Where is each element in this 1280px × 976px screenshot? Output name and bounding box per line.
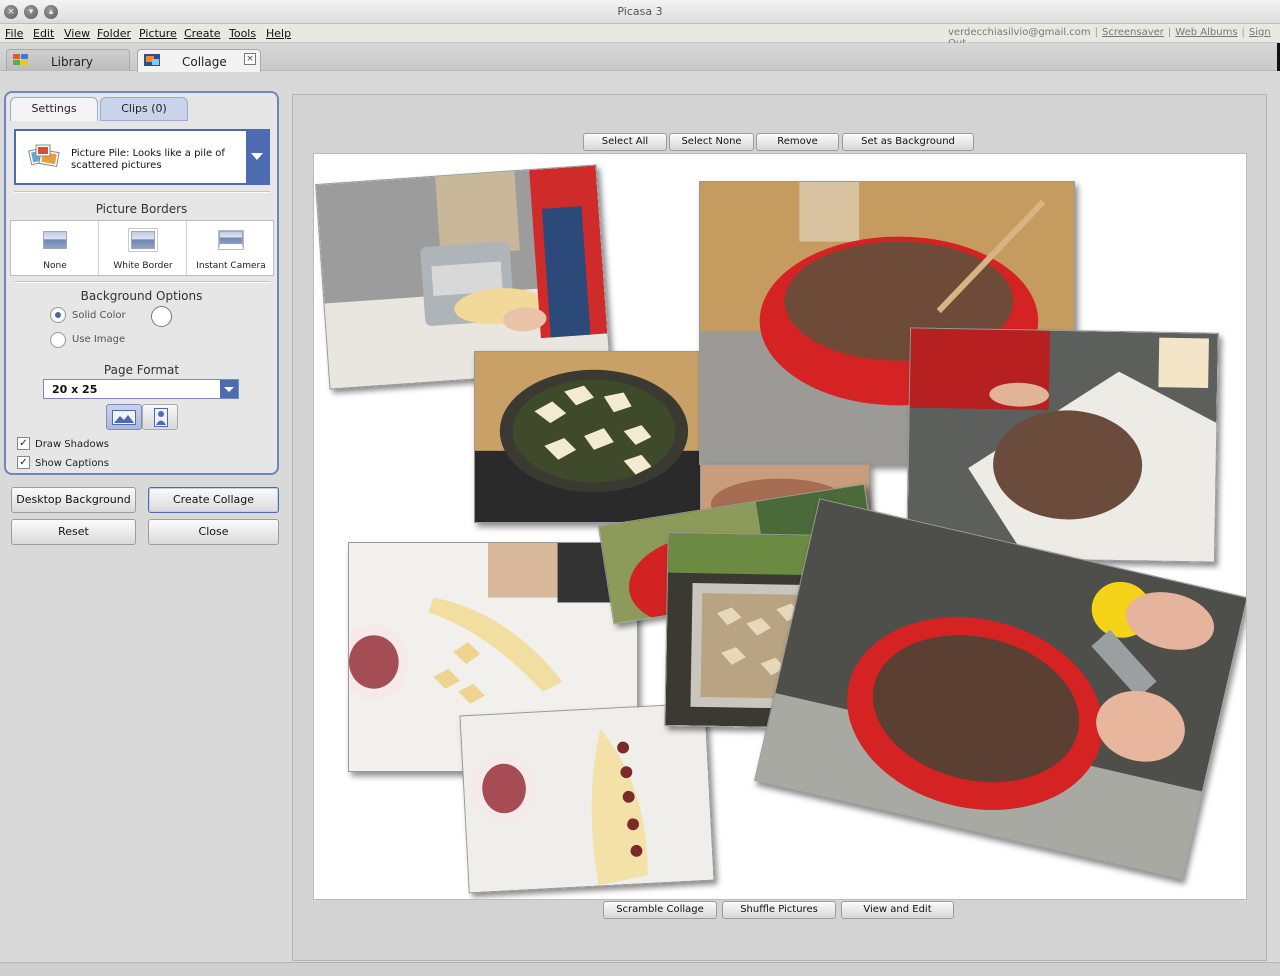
- web-albums-link[interactable]: Web Albums: [1175, 27, 1237, 38]
- remove-button[interactable]: Remove: [756, 133, 839, 151]
- border-none-thumbnail-icon: [43, 231, 67, 249]
- account-email: verdecchiasilvio@gmail.com: [948, 27, 1091, 38]
- tab-library-label: Library: [51, 55, 93, 69]
- border-option-label: White Border: [113, 261, 173, 271]
- tab-collage[interactable]: Collage ×: [137, 49, 261, 72]
- background-color-swatch[interactable]: [151, 306, 172, 327]
- menu-bar: File Edit View Folder Picture Create Too…: [0, 24, 1280, 49]
- menu-help[interactable]: Help: [266, 27, 291, 40]
- draw-shadows-label: Draw Shadows: [35, 439, 109, 450]
- menu-picture[interactable]: Picture: [139, 27, 177, 40]
- menu-file[interactable]: File: [5, 27, 23, 40]
- border-option-white[interactable]: White Border: [99, 221, 187, 275]
- select-all-button[interactable]: Select All: [583, 133, 667, 151]
- menu-folder[interactable]: Folder: [97, 27, 131, 40]
- menu-edit[interactable]: Edit: [33, 27, 54, 40]
- menu-view[interactable]: View: [64, 27, 90, 40]
- title-bar: × ▾ ▴ Picasa 3: [0, 0, 1280, 24]
- tab-settings[interactable]: Settings: [10, 97, 98, 121]
- border-option-label: None: [43, 261, 67, 271]
- picture-borders-title: Picture Borders: [95, 202, 188, 216]
- tab-clips[interactable]: Clips (0): [100, 97, 188, 121]
- draw-shadows-checkbox[interactable]: ✓: [17, 437, 30, 450]
- chevron-down-icon[interactable]: [220, 380, 238, 398]
- separator: |: [1241, 27, 1245, 38]
- library-grid-icon: [13, 54, 28, 65]
- create-collage-button[interactable]: Create Collage: [148, 487, 279, 513]
- set-as-background-button[interactable]: Set as Background: [842, 133, 974, 151]
- reset-button[interactable]: Reset: [11, 519, 136, 545]
- background-options-title: Background Options: [80, 289, 203, 303]
- page-format-select[interactable]: 20 x 25: [43, 379, 239, 399]
- close-tab-icon[interactable]: ×: [244, 53, 256, 65]
- tab-library[interactable]: Library: [6, 49, 130, 71]
- show-captions-checkbox[interactable]: ✓: [17, 456, 30, 469]
- divider: [14, 191, 270, 193]
- picture-pile-icon: [28, 144, 60, 168]
- separator: |: [1167, 27, 1172, 38]
- border-white-thumbnail-icon: [129, 229, 157, 251]
- collage-photo[interactable]: [459, 702, 715, 894]
- border-option-label: Instant Camera: [196, 261, 266, 271]
- page-format-value: 20 x 25: [52, 383, 98, 396]
- menu-create[interactable]: Create: [184, 27, 221, 40]
- chevron-down-icon[interactable]: [246, 131, 268, 183]
- landscape-icon: [112, 410, 136, 425]
- collage-icon: [144, 54, 160, 66]
- portrait-orientation-button[interactable]: [142, 404, 178, 430]
- border-option-none[interactable]: None: [11, 221, 99, 275]
- scramble-collage-button[interactable]: Scramble Collage: [603, 901, 717, 919]
- show-captions-label: Show Captions: [35, 458, 109, 469]
- screensaver-link[interactable]: Screensaver: [1102, 27, 1164, 38]
- use-image-label: Use Image: [72, 334, 126, 345]
- collage-layout-select[interactable]: Picture Pile: Looks like a pile of scatt…: [14, 129, 270, 185]
- select-none-button[interactable]: Select None: [669, 133, 754, 151]
- tab-strip: Library Collage ×: [0, 43, 1280, 72]
- window-title: Picasa 3: [617, 5, 663, 18]
- collage-photo[interactable]: [906, 327, 1219, 563]
- desktop-background-button[interactable]: Desktop Background: [11, 487, 136, 513]
- use-image-radio[interactable]: [50, 332, 66, 348]
- collage-canvas[interactable]: [313, 153, 1247, 900]
- solid-color-radio[interactable]: [50, 307, 66, 323]
- collage-photo[interactable]: [474, 351, 704, 523]
- shuffle-pictures-button[interactable]: Shuffle Pictures: [722, 901, 836, 919]
- collage-settings-panel: Settings Clips (0) Picture Pile: Looks l…: [4, 91, 279, 475]
- border-options: None White Border Instant Camera: [10, 220, 274, 276]
- portrait-icon: [154, 408, 168, 427]
- view-and-edit-button[interactable]: View and Edit: [841, 901, 954, 919]
- border-option-instant-camera[interactable]: Instant Camera: [187, 221, 275, 275]
- divider: [14, 281, 270, 283]
- close-button[interactable]: Close: [148, 519, 279, 545]
- layout-description: Picture Pile: Looks like a pile of scatt…: [71, 148, 225, 171]
- photo-cutting-board: [907, 328, 1218, 562]
- page-format-title: Page Format: [103, 363, 180, 377]
- separator: |: [1094, 27, 1099, 38]
- border-instant-thumbnail-icon: [219, 231, 243, 249]
- photo-dough-filling: [460, 703, 714, 893]
- landscape-orientation-button[interactable]: [106, 404, 142, 430]
- status-bar: [0, 962, 1280, 976]
- tab-collage-label: Collage: [182, 55, 227, 69]
- solid-color-label: Solid Color: [72, 310, 126, 321]
- menu-tools[interactable]: Tools: [229, 27, 256, 40]
- photo-frying-pan: [475, 352, 703, 522]
